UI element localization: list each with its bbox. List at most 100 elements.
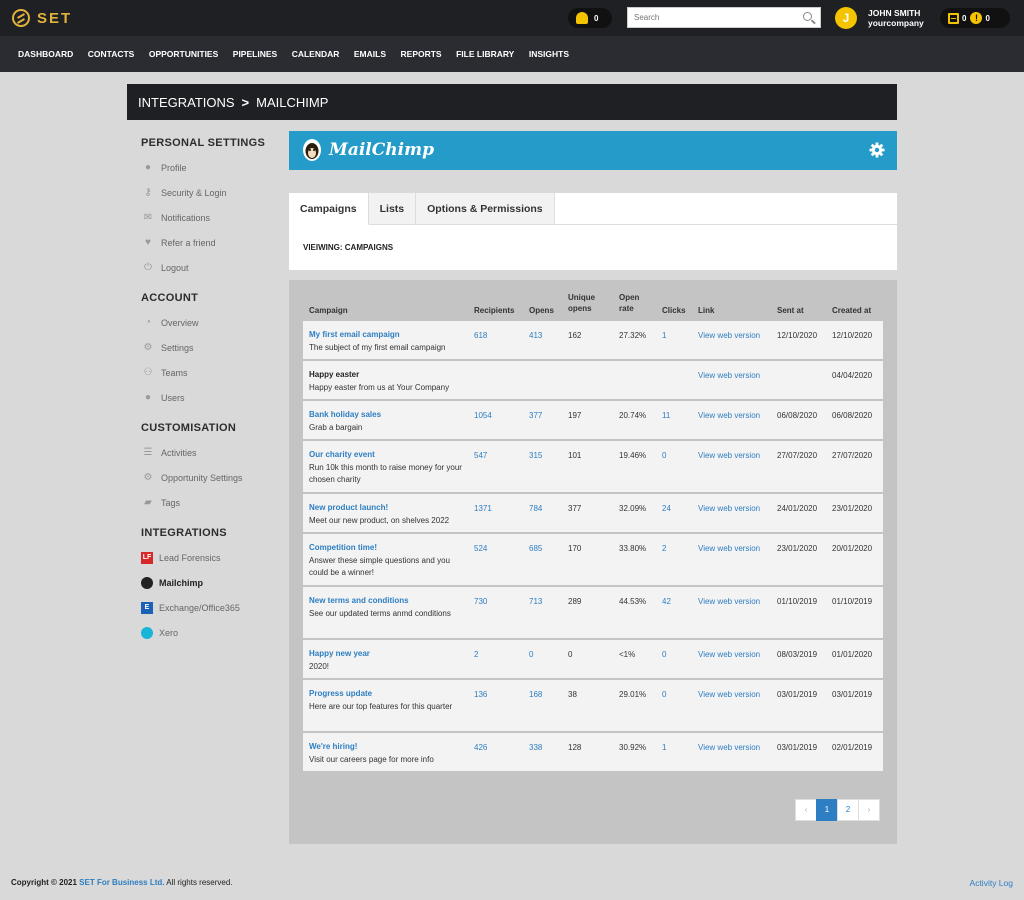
sidebar-item-overview[interactable]: ◔ Overview (141, 310, 281, 335)
clicks-link[interactable]: 24 (662, 504, 671, 513)
recipients-link[interactable]: 618 (474, 331, 487, 340)
sidebar-item-activities[interactable]: ☰ Activities (141, 440, 281, 465)
sidebar-item-notifications[interactable]: ✉ Notifications (141, 205, 281, 230)
view-web-version-link[interactable]: View web version (698, 504, 760, 513)
campaign-name-link[interactable]: Progress update (309, 688, 469, 701)
search-icon[interactable] (803, 12, 812, 21)
campaign-name-link[interactable]: Our charity event (309, 449, 469, 462)
pagination-prev[interactable]: ‹ (795, 799, 817, 821)
clicks-link[interactable]: 42 (662, 597, 671, 606)
header-recipients[interactable]: Recipients (474, 305, 514, 316)
campaign-name-link[interactable]: New product launch! (309, 502, 469, 515)
pagination-next[interactable]: › (858, 799, 880, 821)
campaign-name-link[interactable]: New terms and conditions (309, 595, 469, 608)
avatar[interactable]: J (835, 7, 857, 29)
nav-contacts[interactable]: CONTACTS (88, 49, 135, 59)
nav-dashboard[interactable]: DASHBOARD (18, 49, 73, 59)
nav-emails[interactable]: EMAILS (354, 49, 386, 59)
opens-link[interactable]: 713 (529, 597, 542, 606)
sidebar-item-lead-forensics[interactable]: LF Lead Forensics (141, 545, 281, 570)
sidebar-item-opportunity-settings[interactable]: ⚙ Opportunity Settings (141, 465, 281, 490)
app-logo[interactable]: SET (12, 9, 72, 27)
campaign-name-link[interactable]: My first email campaign (309, 329, 469, 342)
campaign-name-link[interactable]: Competition time! (309, 542, 469, 555)
opens-link[interactable]: 168 (529, 690, 542, 699)
campaign-name-link[interactable]: Happy new year (309, 648, 469, 661)
opens-link[interactable]: 315 (529, 451, 542, 460)
gear-icon[interactable] (869, 142, 885, 158)
sidebar-item-users[interactable]: ● Users (141, 385, 281, 410)
nav-file-library[interactable]: FILE LIBRARY (456, 49, 514, 59)
company-link[interactable]: SET For Business Ltd. (79, 878, 164, 887)
nav-calendar[interactable]: CALENDAR (292, 49, 340, 59)
tab-options-permissions[interactable]: Options & Permissions (416, 193, 555, 225)
view-web-version-link[interactable]: View web version (698, 371, 760, 380)
sidebar-item-xero[interactable]: Xero (141, 620, 281, 645)
opens-link[interactable]: 338 (529, 743, 542, 752)
view-web-version-link[interactable]: View web version (698, 690, 760, 699)
clicks-link[interactable]: 0 (662, 650, 666, 659)
clicks-link[interactable]: 2 (662, 544, 666, 553)
notifications-button[interactable]: 0 (568, 8, 612, 28)
sidebar-item-security[interactable]: ⚷ Security & Login (141, 180, 281, 205)
recipients-link[interactable]: 426 (474, 743, 487, 752)
sidebar-item-tags[interactable]: ▰ Tags (141, 490, 281, 515)
sidebar-item-mailchimp[interactable]: Mailchimp (141, 570, 281, 595)
view-web-version-link[interactable]: View web version (698, 411, 760, 420)
sidebar-heading-customisation: CUSTOMISATION (141, 422, 237, 434)
campaign-name-link[interactable]: Bank holiday sales (309, 409, 469, 422)
tab-campaigns[interactable]: Campaigns (289, 193, 369, 225)
recipients-link[interactable]: 1054 (474, 411, 492, 420)
view-web-version-link[interactable]: View web version (698, 331, 760, 340)
pagination-page-2[interactable]: 2 (837, 799, 859, 821)
sidebar-item-logout[interactable]: ⏻ Logout (141, 255, 281, 280)
sidebar-item-profile[interactable]: ● Profile (141, 155, 281, 180)
opens-link[interactable]: 685 (529, 544, 542, 553)
recipients-link[interactable]: 136 (474, 690, 487, 699)
sidebar-item-exchange[interactable]: E Exchange/Office365 (141, 595, 281, 620)
search-input[interactable] (628, 8, 788, 27)
recipients-link[interactable]: 524 (474, 544, 487, 553)
breadcrumb-parent[interactable]: INTEGRATIONS (138, 95, 235, 110)
header-opens[interactable]: Opens (529, 305, 554, 316)
recipients-link[interactable]: 730 (474, 597, 487, 606)
header-unique-opens[interactable]: Unique opens (568, 292, 595, 314)
nav-opportunities[interactable]: OPPORTUNITIES (149, 49, 218, 59)
view-web-version-link[interactable]: View web version (698, 451, 760, 460)
header-clicks[interactable]: Clicks (662, 305, 686, 316)
opens-link[interactable]: 413 (529, 331, 542, 340)
recipients-link[interactable]: 547 (474, 451, 487, 460)
sidebar-item-teams[interactable]: ⚇ Teams (141, 360, 281, 385)
opens-link[interactable]: 377 (529, 411, 542, 420)
nav-reports[interactable]: REPORTS (401, 49, 442, 59)
activity-log-link[interactable]: Activity Log (970, 878, 1013, 888)
header-campaign[interactable]: Campaign (309, 305, 348, 316)
opens-link[interactable]: 0 (529, 650, 533, 659)
header-sent-at[interactable]: Sent at (777, 305, 804, 316)
header-rate-line1: Open (619, 293, 640, 302)
tab-lists[interactable]: Lists (368, 193, 417, 225)
clicks-link[interactable]: 0 (662, 690, 666, 699)
campaign-name-link[interactable]: We're hiring! (309, 741, 469, 754)
nav-insights[interactable]: INSIGHTS (529, 49, 569, 59)
recipients-link[interactable]: 1371 (474, 504, 492, 513)
clicks-link[interactable]: 1 (662, 743, 666, 752)
clicks-link[interactable]: 1 (662, 331, 666, 340)
view-web-version-link[interactable]: View web version (698, 597, 760, 606)
clicks-link[interactable]: 11 (662, 411, 670, 420)
view-web-version-link[interactable]: View web version (698, 650, 760, 659)
sidebar-item-settings[interactable]: ⚙ Settings (141, 335, 281, 360)
pagination-page-1[interactable]: 1 (816, 799, 838, 821)
view-web-version-link[interactable]: View web version (698, 743, 760, 752)
table-row: Our charity event Run 10k this month to r… (303, 441, 883, 492)
header-created-at[interactable]: Created at (832, 305, 871, 316)
view-web-version-link[interactable]: View web version (698, 544, 760, 553)
header-open-rate[interactable]: Open rate (619, 292, 639, 314)
nav-pipelines[interactable]: PIPELINES (233, 49, 277, 59)
user-menu[interactable]: JOHN SMITH yourcompany (868, 8, 924, 28)
tasks-alerts-button[interactable]: 0 ! 0 (940, 8, 1010, 28)
clicks-link[interactable]: 0 (662, 451, 666, 460)
sidebar-item-refer[interactable]: ♥ Refer a friend (141, 230, 281, 255)
recipients-link[interactable]: 2 (474, 650, 478, 659)
opens-link[interactable]: 784 (529, 504, 542, 513)
